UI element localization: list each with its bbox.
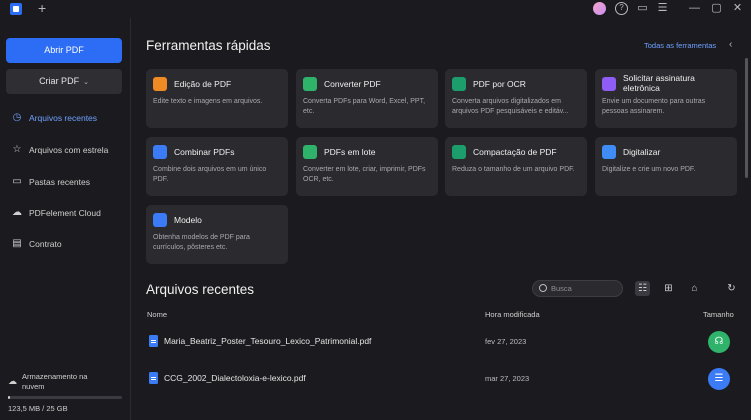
file-name: Maria_Beatriz_Poster_Tesouro_Lexico_Patr… xyxy=(164,336,372,346)
tool-tile-desc: Digitalize e crie um novo PDF. xyxy=(602,166,696,173)
pdf-file-icon xyxy=(149,372,158,384)
close-icon[interactable]: ✕ xyxy=(731,2,744,15)
quick-tools-title: Ferramentas rápidas xyxy=(146,38,271,53)
tool-tile-desc: Reduza o tamanho de um arquivo PDF. xyxy=(452,166,575,173)
app-logo-icon xyxy=(10,3,22,15)
tool-tile-desc: Converter em lote, criar, imprimir, PDFs… xyxy=(303,166,426,183)
file-date: mar 27, 2023 xyxy=(485,374,530,383)
sidebar-item-label: Arquivos com estrela xyxy=(29,145,109,155)
tool-tile-esign[interactable]: Solicitar assinatura eletrônica Envie um… xyxy=(595,69,737,128)
help-icon[interactable]: ? xyxy=(615,2,628,15)
search-input[interactable]: Busca xyxy=(532,280,623,297)
support-headset-icon[interactable]: ☊ xyxy=(708,331,730,353)
tool-tile-desc: Envie um documento para outras pessoas a… xyxy=(602,98,706,115)
sidebar-item-cloud[interactable]: ☁ PDFelement Cloud xyxy=(11,206,101,220)
document-icon: ▤ xyxy=(12,238,22,249)
file-name: CCG_2002_Dialectoloxia-e-lexico.pdf xyxy=(164,373,306,383)
column-header-modified[interactable]: Hora modificada xyxy=(485,310,540,319)
sidebar-item-contract[interactable]: ▤ Contrato xyxy=(11,237,62,251)
recent-files-title: Arquivos recentes xyxy=(146,282,255,297)
sidebar-item-label: PDFelement Cloud xyxy=(29,208,101,218)
file-row[interactable]: CCG_2002_Dialectoloxia-e-lexico.pdf mar … xyxy=(147,369,751,389)
collapse-chevron-icon[interactable]: ‹ xyxy=(729,39,732,50)
avatar-icon[interactable] xyxy=(593,2,606,15)
esign-icon xyxy=(602,77,616,91)
tool-tile-edit-pdf[interactable]: Edição de PDF Edite texto e imagens em a… xyxy=(146,69,288,128)
tool-tile-title: PDF por OCR xyxy=(473,79,526,89)
tool-tile-desc: Converta arquivos digitalizados em arqui… xyxy=(452,98,569,115)
new-tab-button[interactable]: + xyxy=(38,1,46,15)
minimize-icon[interactable]: — xyxy=(688,2,701,15)
cloud-storage-icon: ☁ xyxy=(8,376,17,386)
tool-tile-title: Digitalizar xyxy=(623,147,661,157)
combine-icon xyxy=(153,145,167,159)
tool-tile-title: Modelo xyxy=(174,215,202,225)
tool-tile-compress[interactable]: Compactação de PDF Reduza o tamanho de u… xyxy=(445,137,587,196)
edit-pdf-icon xyxy=(153,77,167,91)
search-icon xyxy=(539,284,547,292)
tool-tile-title: Solicitar assinatura eletrônica xyxy=(623,73,695,93)
sidebar-item-label: Pastas recentes xyxy=(29,177,90,187)
tool-tile-batch[interactable]: PDFs em lote Converter em lote, criar, i… xyxy=(296,137,438,196)
tool-tile-title: Compactação de PDF xyxy=(473,147,557,157)
maximize-icon[interactable]: ▢ xyxy=(710,2,723,15)
tool-tile-scan[interactable]: Digitalizar Digitalize e crie um novo PD… xyxy=(595,137,737,196)
sidebar-item-label: Arquivos recentes xyxy=(29,113,98,123)
storage-label: Armazenamento na nuvem xyxy=(22,372,88,391)
open-pdf-button[interactable]: Abrir PDF xyxy=(6,38,122,63)
compress-icon xyxy=(452,145,466,159)
tool-tile-desc: Edite texto e imagens em arquivos. xyxy=(153,98,263,105)
chevron-down-icon: ⌄ xyxy=(83,79,89,86)
create-pdf-label: Criar PDF xyxy=(39,76,80,86)
sidebar: Abrir PDF Criar PDF ⌄ ◷ Arquivos recentes… xyxy=(0,18,131,420)
menu-icon[interactable]: ☰ xyxy=(656,2,669,15)
file-date: fev 27, 2023 xyxy=(485,337,527,346)
list-view-icon[interactable]: ☷ xyxy=(635,281,650,296)
storage-progress-fill xyxy=(8,396,11,399)
tool-tile-desc: Converta PDFs para Word, Excel, PPT, etc… xyxy=(303,98,426,115)
tool-tile-convert-pdf[interactable]: Converter PDF Converta PDFs para Word, E… xyxy=(296,69,438,128)
delete-icon[interactable]: ⌂ xyxy=(687,281,702,296)
scan-icon xyxy=(602,145,616,159)
sidebar-item-label: Contrato xyxy=(29,239,62,249)
feedback-icon[interactable]: ☰ xyxy=(708,368,730,390)
refresh-icon[interactable]: ↻ xyxy=(724,281,739,296)
tool-tile-desc: Combine dois arquivos em um único PDF. xyxy=(153,166,267,183)
cloud-icon: ☁ xyxy=(12,207,22,218)
tool-tile-ocr[interactable]: PDF por OCR Converta arquivos digitaliza… xyxy=(445,69,587,128)
chat-icon[interactable]: ▭ xyxy=(636,2,649,15)
sidebar-item-starred[interactable]: ☆ Arquivos com estrela xyxy=(11,143,109,157)
grid-view-icon[interactable]: ⊞ xyxy=(661,281,676,296)
sidebar-item-recent-folders[interactable]: ▭ Pastas recentes xyxy=(11,175,90,189)
create-pdf-button[interactable]: Criar PDF ⌄ xyxy=(6,69,122,94)
tool-tile-combine[interactable]: Combinar PDFs Combine dois arquivos em u… xyxy=(146,137,288,196)
storage-value: 123,5 MB / 25 GB xyxy=(8,404,68,413)
column-header-name[interactable]: Nome xyxy=(147,310,167,319)
scrollbar[interactable] xyxy=(745,58,748,178)
main-content: Ferramentas rápidas Todas as ferramentas… xyxy=(132,18,751,420)
folder-icon: ▭ xyxy=(12,176,22,187)
star-icon: ☆ xyxy=(12,144,22,155)
tool-tile-template[interactable]: Modelo Obtenha modelos de PDF para currí… xyxy=(146,205,288,264)
ocr-icon xyxy=(452,77,466,91)
tool-tile-title: Converter PDF xyxy=(324,79,381,89)
template-icon xyxy=(153,213,167,227)
tool-tile-title: Edição de PDF xyxy=(174,79,232,89)
tool-tile-desc: Obtenha modelos de PDF para currículos, … xyxy=(153,234,250,251)
convert-pdf-icon xyxy=(303,77,317,91)
clock-icon: ◷ xyxy=(12,112,22,123)
batch-icon xyxy=(303,145,317,159)
storage-progress-bar xyxy=(8,396,122,399)
pdf-file-icon xyxy=(149,335,158,347)
search-placeholder: Busca xyxy=(551,284,572,293)
all-tools-link[interactable]: Todas as ferramentas xyxy=(644,41,716,50)
sidebar-item-recent-files[interactable]: ◷ Arquivos recentes xyxy=(11,111,97,125)
tool-tile-title: Combinar PDFs xyxy=(174,147,235,157)
column-header-size[interactable]: Tamanho xyxy=(703,310,734,319)
title-bar: + ? ▭ ☰ — ▢ ✕ xyxy=(0,0,751,18)
tool-tile-title: PDFs em lote xyxy=(324,147,376,157)
file-row[interactable]: Maria_Beatriz_Poster_Tesouro_Lexico_Patr… xyxy=(147,332,751,352)
